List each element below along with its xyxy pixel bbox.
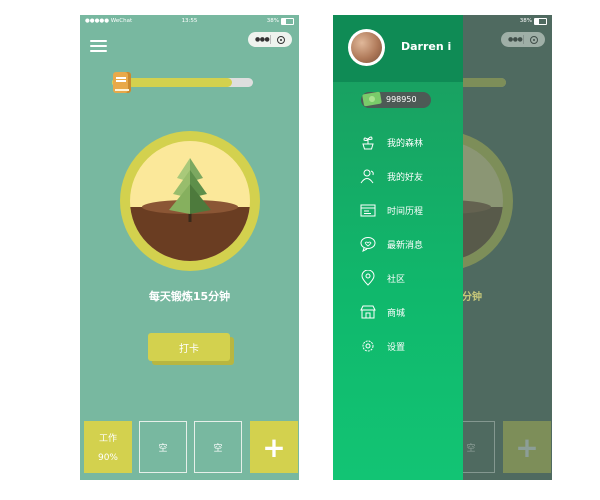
capsule-divider [270,35,271,44]
add-task-button-dimmed: + [503,421,551,473]
task-title: 每天锻炼15分钟 [148,290,231,303]
phone-screen-drawer-open: + 空 分钟 ●●●●● WeChat 13:55 38% ●●● Darren… [333,15,552,480]
menu-item-my-forest[interactable]: 我的森林 [360,133,450,151]
mini-program-capsule[interactable]: ●●● [248,32,292,47]
menu-item-label: 我的森林 [387,139,424,149]
menu-item-label: 商城 [387,309,406,319]
menu-item-label: 我的好友 [387,173,424,183]
status-battery-percent: 38% [519,18,532,24]
status-bar: ●●●●● WeChat 13:55 38% [80,15,299,28]
status-battery-percent: 38% [266,18,279,24]
location-pin-icon [361,270,375,286]
friends-icon [360,169,374,184]
coin-balance-value: 998950 [386,95,417,104]
forest-globe [120,131,260,271]
potted-plant-icon [362,136,374,150]
tree-icon [169,158,211,222]
more-icon[interactable]: ●●● [255,36,270,43]
capsule-divider [523,35,524,44]
menu-icon[interactable] [90,40,107,52]
plus-icon: + [515,430,539,464]
shop-icon [360,305,376,319]
tile-label: 工作 [98,434,117,444]
plus-icon: + [262,430,286,464]
message-icon [360,237,376,252]
menu-item-label: 最新消息 [387,241,424,251]
menu-item-label: 社区 [387,275,406,285]
task-tile-empty[interactable]: 空 [139,421,187,473]
task-tile-work[interactable]: 工作 90% [84,421,132,473]
username: Darren i [401,40,452,53]
more-icon[interactable]: ●●● [508,36,523,43]
menu-item-label: 时间历程 [387,207,424,217]
menu-item-messages[interactable]: 最新消息 [360,235,450,253]
tile-label: 空 [158,443,168,454]
mini-program-capsule[interactable]: ●●● [501,32,545,47]
side-drawer: Darren i 998950 我的森林 我的好友 时间历程 最新消息 社区 商… [333,15,463,480]
gear-icon [362,340,374,352]
phone-screen-home: ●●●●● WeChat 13:55 38% ●●● 每天锻炼15分钟 打卡 工… [80,15,299,480]
battery-icon [281,18,294,25]
drawer-header: Darren i [333,15,463,82]
menu-item-settings[interactable]: 设置 [360,337,450,355]
tile-percent: 90% [97,453,118,463]
menu-item-shop[interactable]: 商城 [360,303,450,321]
task-tile-empty[interactable]: 空 [194,421,242,473]
timeline-icon [360,204,376,217]
add-task-button[interactable]: + [250,421,298,473]
avatar[interactable] [348,29,385,66]
book-icon [113,72,131,93]
battery-icon [534,18,547,25]
menu-item-community[interactable]: 社区 [360,269,450,287]
menu-item-friends[interactable]: 我的好友 [360,167,450,185]
close-circle-icon[interactable] [530,35,538,44]
tile-label: 空 [466,443,476,454]
forest-scene [130,141,250,261]
tile-label: 空 [213,443,223,454]
task-title-fragment: 分钟 [462,292,482,303]
menu-item-label: 设置 [387,343,406,353]
check-in-button[interactable]: 打卡 [148,333,230,361]
close-circle-icon[interactable] [277,35,285,44]
menu-item-timeline[interactable]: 时间历程 [360,201,450,219]
progress-bar [112,78,253,87]
